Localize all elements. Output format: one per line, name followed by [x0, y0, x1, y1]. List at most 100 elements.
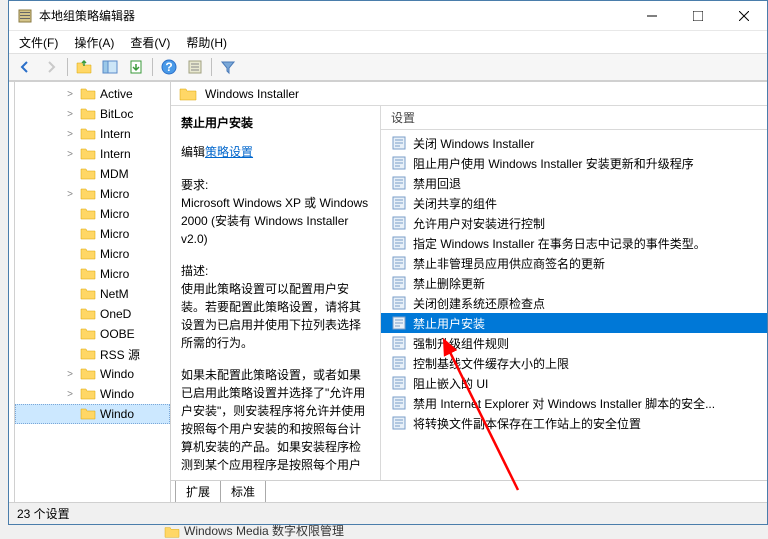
setting-item[interactable]: 禁止删除更新: [381, 273, 767, 293]
setting-item[interactable]: 强制升级组件规则: [381, 333, 767, 353]
tree-item[interactable]: >Windo: [15, 364, 170, 384]
up-button[interactable]: [72, 56, 96, 78]
tree-item[interactable]: >Intern: [15, 124, 170, 144]
tree-item[interactable]: > Micro: [15, 184, 170, 204]
show-hide-tree-button[interactable]: [98, 56, 122, 78]
tree-item[interactable]: Windo: [15, 404, 170, 424]
menu-view[interactable]: 查看(V): [130, 34, 170, 51]
tree-item[interactable]: OneD: [15, 304, 170, 324]
setting-label: 阻止用户使用 Windows Installer 安装更新和升级程序: [413, 155, 694, 172]
edit-label: 编辑: [181, 145, 205, 159]
expand-icon[interactable]: >: [65, 389, 75, 400]
setting-icon: [391, 295, 407, 311]
folder-icon: [80, 407, 96, 421]
expand-icon[interactable]: >: [65, 129, 75, 140]
setting-item[interactable]: 禁止非管理员应用供应商签名的更新: [381, 253, 767, 273]
folder-icon: [80, 127, 96, 141]
settings-list-wrap: 设置 关闭 Windows Installer 阻止用户使用 Windows In…: [381, 106, 767, 480]
tree-item[interactable]: >BitLoc: [15, 104, 170, 124]
expand-icon[interactable]: >: [65, 149, 75, 160]
tree-item[interactable]: RSS 源: [15, 344, 170, 364]
setting-icon: [391, 175, 407, 191]
expand-icon[interactable]: >: [65, 189, 75, 200]
setting-item[interactable]: 关闭共享的组件: [381, 193, 767, 213]
expand-icon[interactable]: >: [65, 89, 75, 100]
description-panel: 禁止用户安装 编辑策略设置 要求: Microsoft Windows XP 或…: [171, 106, 381, 480]
expand-icon[interactable]: >: [65, 369, 75, 380]
tree-item-label: RSS 源: [100, 346, 140, 363]
statusbar: 23 个设置: [9, 502, 767, 524]
tree-item[interactable]: > Active: [15, 84, 170, 104]
tree-item-label: Micro: [100, 187, 129, 201]
folder-icon: [80, 107, 96, 121]
tab-extended[interactable]: 扩展: [175, 481, 221, 502]
maximize-button[interactable]: [675, 1, 721, 31]
help-button[interactable]: ?: [157, 56, 181, 78]
setting-label: 禁止非管理员应用供应商签名的更新: [413, 255, 605, 272]
setting-item[interactable]: 阻止嵌入的 UI: [381, 373, 767, 393]
window-title: 本地组策略编辑器: [39, 7, 629, 24]
setting-icon: [391, 235, 407, 251]
setting-icon: [391, 255, 407, 271]
folder-icon: [80, 247, 96, 261]
filter-button[interactable]: [216, 56, 240, 78]
expand-icon[interactable]: >: [65, 109, 75, 120]
tree-item-label: OOBE: [100, 327, 135, 341]
view-tabs: 扩展 标准: [171, 480, 767, 502]
folder-icon: [80, 227, 96, 241]
export-button[interactable]: [124, 56, 148, 78]
setting-item[interactable]: 指定 Windows Installer 在事务日志中记录的事件类型。: [381, 233, 767, 253]
setting-icon: [391, 355, 407, 371]
folder-icon: [80, 387, 96, 401]
setting-item[interactable]: 禁止用户安装: [381, 313, 767, 333]
setting-label: 关闭共享的组件: [413, 195, 497, 212]
setting-label: 禁用回退: [413, 175, 461, 192]
minimize-button[interactable]: [629, 1, 675, 31]
close-button[interactable]: [721, 1, 767, 31]
tree-item[interactable]: Micro: [15, 204, 170, 224]
menubar: 文件(F) 操作(A) 查看(V) 帮助(H): [9, 31, 767, 53]
setting-item[interactable]: 禁用 Internet Explorer 对 Windows Installer…: [381, 393, 767, 413]
setting-item[interactable]: 允许用户对安装进行控制: [381, 213, 767, 233]
description-text-2: 如果未配置此策略设置，或者如果已启用此策略设置并选择了"允许用户安装"，则安装程…: [181, 366, 370, 474]
setting-item[interactable]: 关闭创建系统还原检查点: [381, 293, 767, 313]
setting-label: 禁用 Internet Explorer 对 Windows Installer…: [413, 395, 715, 412]
tree-item[interactable]: NetM: [15, 284, 170, 304]
settings-list[interactable]: 关闭 Windows Installer 阻止用户使用 Windows Insta…: [381, 130, 767, 480]
setting-label: 禁止删除更新: [413, 275, 485, 292]
setting-item[interactable]: 控制基线文件缓存大小的上限: [381, 353, 767, 373]
titlebar[interactable]: 本地组策略编辑器: [9, 1, 767, 31]
setting-label: 禁止用户安装: [413, 315, 485, 332]
content-area: >Active>BitLoc>Intern>InternMDM>MicroMic…: [9, 81, 767, 502]
setting-item[interactable]: 阻止用户使用 Windows Installer 安装更新和升级程序: [381, 153, 767, 173]
setting-item[interactable]: 将转换文件副本保存在工作站上的安全位置: [381, 413, 767, 433]
properties-button[interactable]: [183, 56, 207, 78]
menu-help[interactable]: 帮助(H): [186, 34, 227, 51]
app-window: 本地组策略编辑器 文件(F) 操作(A) 查看(V) 帮助(H) ? > Acti…: [8, 0, 768, 525]
setting-item[interactable]: 关闭 Windows Installer: [381, 133, 767, 153]
tree-item[interactable]: Micro: [15, 264, 170, 284]
tree-item[interactable]: >Intern: [15, 144, 170, 164]
tree-item-label: MDM: [100, 167, 129, 181]
app-icon: [17, 8, 33, 24]
tree-item[interactable]: Micro: [15, 244, 170, 264]
settings-column-header[interactable]: 设置: [381, 106, 767, 130]
menu-action[interactable]: 操作(A): [74, 34, 114, 51]
tree-item[interactable]: >Windo: [15, 384, 170, 404]
menu-file[interactable]: 文件(F): [19, 34, 58, 51]
tree-item[interactable]: MDM: [15, 164, 170, 184]
setting-label: 关闭创建系统还原检查点: [413, 295, 545, 312]
tree-panel[interactable]: >Active>BitLoc>Intern>InternMDM>MicroMic…: [15, 82, 171, 502]
details-header: Windows Installer: [171, 82, 767, 106]
tree-item[interactable]: OOBE: [15, 324, 170, 344]
tab-standard[interactable]: 标准: [220, 481, 266, 502]
tree-item[interactable]: Micro: [15, 224, 170, 244]
tree-item-label: Active: [100, 87, 133, 101]
svg-text:?: ?: [165, 60, 172, 74]
policy-settings-link[interactable]: 策略设置: [205, 143, 253, 160]
setting-item[interactable]: 禁用回退: [381, 173, 767, 193]
forward-button[interactable]: [39, 56, 63, 78]
folder-icon: [80, 347, 96, 361]
toolbar: ?: [9, 53, 767, 81]
back-button[interactable]: [13, 56, 37, 78]
